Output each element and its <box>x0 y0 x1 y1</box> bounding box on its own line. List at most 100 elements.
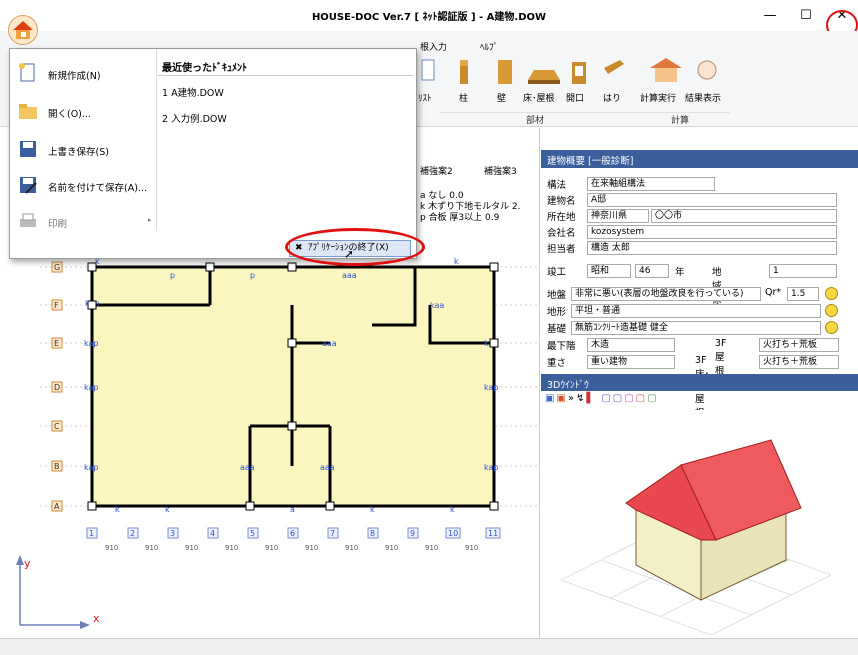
svg-text:910: 910 <box>265 544 278 552</box>
menu-save-as[interactable]: 名前を付けて保存(A)... <box>10 171 157 201</box>
view-icon[interactable]: ▢ <box>636 393 647 404</box>
svg-text:kaa: kaa <box>430 301 444 310</box>
svg-text:2: 2 <box>130 529 135 538</box>
zone-field[interactable]: 1 <box>769 264 837 278</box>
svg-text:910: 910 <box>465 544 478 552</box>
menu-open[interactable]: 開く(O)... <box>10 97 157 127</box>
3d-view[interactable] <box>541 410 858 638</box>
new-doc-icon <box>19 63 35 82</box>
terrain-select[interactable]: 平坦・普通 <box>571 304 821 318</box>
method-select[interactable]: 在来軸組構法 <box>587 177 715 191</box>
company-field[interactable]: kozosystem <box>587 225 837 239</box>
row-label: D <box>54 383 60 392</box>
svg-text:aaa: aaa <box>320 463 335 472</box>
y-axis-label: y <box>24 557 31 570</box>
svg-text:910: 910 <box>145 544 158 552</box>
row-method: 構法 在来軸組構法 <box>547 177 715 193</box>
ribbon-result-label[interactable]: 結果表示 <box>685 91 721 104</box>
menu-new[interactable]: 新規作成(N) <box>10 59 157 89</box>
view-icon[interactable]: ▢ <box>624 393 635 404</box>
maximize-button[interactable]: ☐ <box>791 6 821 26</box>
row-label: F <box>54 301 59 310</box>
ribbon-wall-label[interactable]: 壁 <box>497 91 506 104</box>
x-axis-label: x <box>93 612 100 625</box>
ribbon-floor-label[interactable]: 床･屋根 <box>523 91 555 104</box>
svg-text:kap: kap <box>84 339 98 348</box>
minimize-button[interactable]: — <box>755 6 785 26</box>
view-icon[interactable]: ▢ <box>613 393 624 404</box>
label: 所在地 <box>547 212 576 223</box>
svg-text:9: 9 <box>410 529 415 538</box>
ribbon-list-label[interactable]: ﾘｽﾄ <box>418 91 432 104</box>
tab-input[interactable]: 根入力 <box>420 40 447 53</box>
tab-reinforce-2[interactable]: 補強案2 <box>420 164 453 177</box>
qr-label: Qr* <box>765 287 782 298</box>
city-field[interactable]: 〇〇市 <box>651 209 837 223</box>
warning-icon[interactable] <box>825 304 838 317</box>
person-field[interactable]: 構造 太郎 <box>587 241 837 255</box>
row-foundation: 基礎 無筋ｺﾝｸﾘｰﾄ造基礎 健全 <box>547 321 838 337</box>
printer-icon <box>20 213 36 227</box>
warning-icon[interactable] <box>825 287 838 300</box>
wall-icon <box>498 60 512 84</box>
display-icon[interactable]: ▣ <box>556 393 567 404</box>
recent-item[interactable]: 2 入力例.DOW <box>162 111 227 125</box>
floor-plan[interactable]: kppk kapkapkapkap kapkapkapkaa aaaaaaaaa… <box>0 250 540 640</box>
floor-select[interactable]: 火打ち＋荒板 <box>759 355 839 369</box>
ribbon-beam-label[interactable]: はり <box>603 91 621 104</box>
app-menu-button[interactable] <box>8 15 38 45</box>
name-field[interactable]: A邸 <box>587 193 837 207</box>
row-label: C <box>54 422 60 431</box>
ground-select[interactable]: 非常に悪い(表層の地盤改良を行っている) <box>571 287 761 301</box>
camera-icon[interactable]: ▣ <box>545 393 556 404</box>
recent-header: 最近使ったﾄﾞｷｭﾒﾝﾄ <box>162 63 247 74</box>
row-person: 担当者 構造 太郎 <box>547 241 837 257</box>
tab-reinforce-3[interactable]: 補強案3 <box>484 164 517 177</box>
label: 重さ <box>547 358 567 369</box>
menu-print[interactable]: 印刷 ▸ <box>10 207 157 237</box>
ribbon-calc-label[interactable]: 計算実行 <box>640 91 676 104</box>
pref-select[interactable]: 神奈川県 <box>587 209 649 223</box>
svg-text:k: k <box>454 257 459 266</box>
svg-text:aaa: aaa <box>240 463 255 472</box>
3d-toolbar[interactable]: ▣▣»↯▌ ▢▢▢▢▢ <box>545 393 659 407</box>
foundation-select[interactable]: 無筋ｺﾝｸﾘｰﾄ造基礎 健全 <box>571 321 821 335</box>
menu-save[interactable]: 上書き保存(S) <box>10 135 157 165</box>
recent-item[interactable]: 1 A建物.DOW <box>162 85 224 99</box>
view-icon[interactable]: ▢ <box>647 393 658 404</box>
view-icon[interactable]: ▢ <box>601 393 612 404</box>
forward-icon[interactable]: » <box>568 393 576 404</box>
legend-line: p 合板 厚3以上 0.9 <box>420 213 500 223</box>
bottom-select[interactable]: 木造 <box>587 338 675 352</box>
beam-icon <box>604 60 624 74</box>
color-icon[interactable]: ▌ <box>586 393 596 404</box>
label: 竣工 <box>547 267 567 278</box>
window-title: HOUSE-DOC Ver.7 [ ﾈｯﾄ認証版 ] - A建物.DOW <box>311 12 547 23</box>
svg-text:7: 7 <box>330 529 335 538</box>
era-select[interactable]: 昭和 <box>587 264 631 278</box>
ribbon-icons <box>421 58 717 84</box>
list-icon <box>421 59 435 81</box>
row-bottom: 最下階 木造 3F屋根 火打ち＋荒板 <box>547 338 839 377</box>
weight-select[interactable]: 重い建物 <box>587 355 675 369</box>
tab-help[interactable]: ﾍﾙﾌﾟ <box>480 40 498 53</box>
ribbon-column-label[interactable]: 柱 <box>459 91 468 104</box>
year-select[interactable]: 46 <box>635 264 669 278</box>
svg-text:8: 8 <box>370 529 375 538</box>
open-folder-icon <box>19 104 37 119</box>
panel-header: 建物概要 [一般診断] <box>541 150 858 168</box>
svg-text:6: 6 <box>290 529 295 538</box>
svg-text:k: k <box>165 505 170 514</box>
qr-field[interactable]: 1.5 <box>787 287 819 301</box>
rotate-icon[interactable]: ↯ <box>576 393 586 404</box>
svg-text:910: 910 <box>385 544 398 552</box>
roof3-select[interactable]: 火打ち＋荒板 <box>759 338 839 352</box>
row-location: 所在地 神奈川県 〇〇市 <box>547 209 837 225</box>
warning-icon[interactable] <box>825 321 838 334</box>
svg-text:910: 910 <box>345 544 358 552</box>
svg-text:k: k <box>450 505 455 514</box>
svg-text:a: a <box>290 505 295 514</box>
ribbon-opening-label[interactable]: 開口 <box>566 91 584 104</box>
svg-text:kap: kap <box>84 383 98 392</box>
exit-highlight-ring <box>285 228 425 266</box>
